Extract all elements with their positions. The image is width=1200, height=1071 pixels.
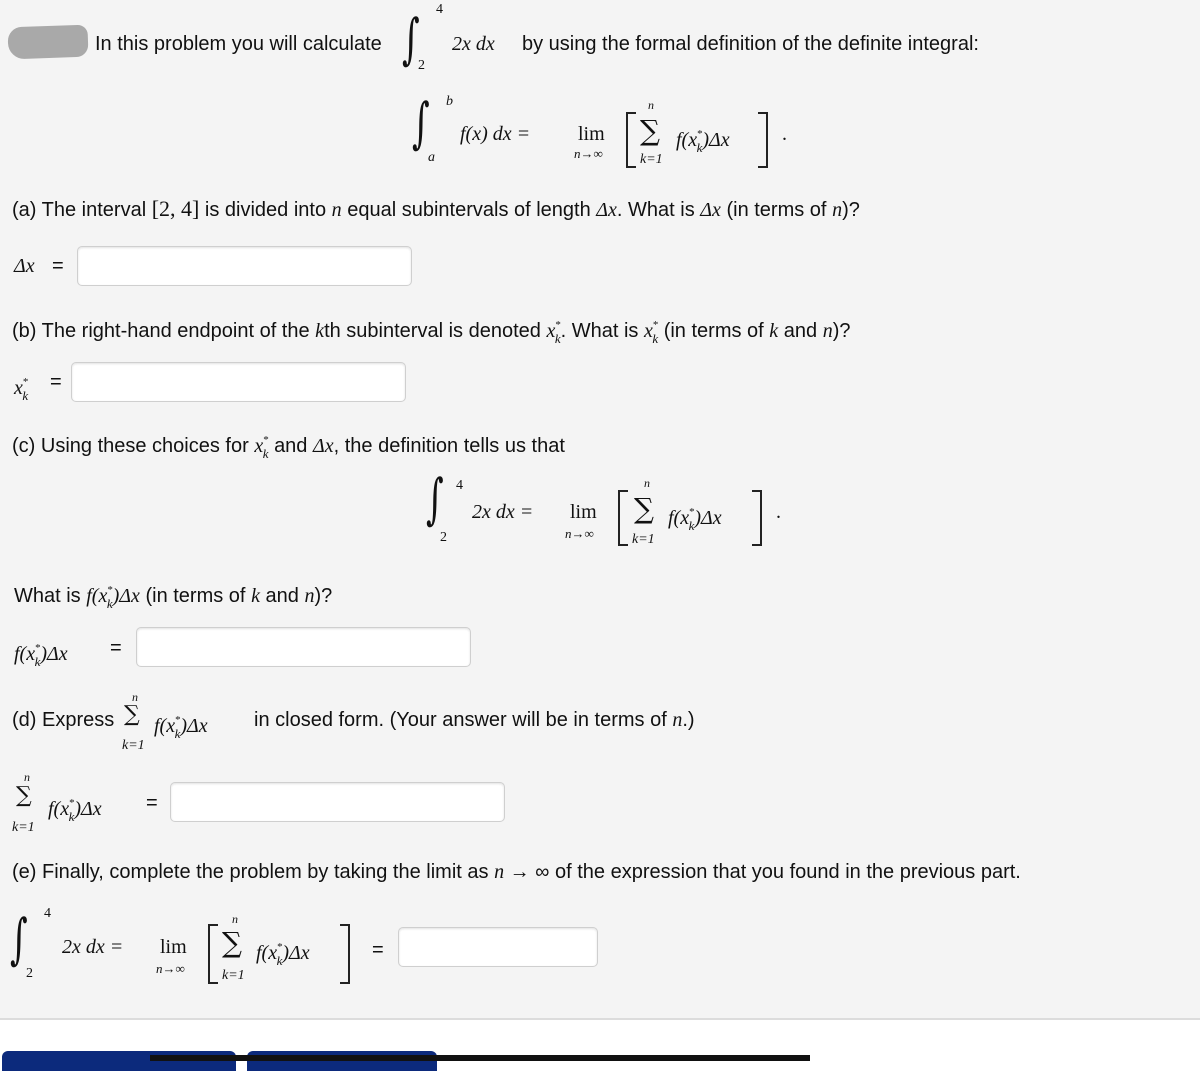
- problem-panel: In this problem you will calculate ∫ 4 2…: [0, 0, 1200, 1020]
- left-bracket: [626, 112, 636, 168]
- xk-star-label: x*k: [14, 376, 29, 403]
- part-c-question: (c) Using these choices for x*k and Δx, …: [12, 434, 565, 461]
- lim: lim: [578, 123, 605, 145]
- period: .: [782, 123, 787, 145]
- integral-lower: 2: [418, 58, 425, 73]
- period: .: [776, 501, 781, 523]
- sigma-icon: ∑: [16, 783, 32, 808]
- sum-lower: k=1: [222, 968, 245, 983]
- submit-button[interactable]: [2, 1051, 236, 1071]
- integral-upper: 4: [456, 478, 463, 493]
- integral-upper: 4: [436, 2, 443, 17]
- lim: lim: [570, 501, 597, 523]
- lim: lim: [160, 936, 187, 958]
- sum-lower: k=1: [640, 152, 663, 167]
- integral-upper: 4: [44, 906, 51, 921]
- right-bracket: [758, 112, 768, 168]
- equals-sign: =: [372, 939, 384, 961]
- integral-lower: 2: [440, 530, 447, 545]
- equals-sign: =: [146, 792, 158, 814]
- lim-subscript: n→∞: [574, 146, 603, 161]
- lim-subscript: n→∞: [156, 961, 185, 976]
- delta-x-label: Δx: [14, 255, 35, 277]
- intro-suffix: by using the formal definition of the de…: [522, 33, 979, 55]
- equals-sign: =: [52, 255, 64, 277]
- left-bracket: [208, 924, 218, 984]
- summand: f(x*k)Δx: [676, 128, 730, 155]
- sigma-icon: ∑: [124, 702, 140, 727]
- equals-sign: =: [50, 371, 62, 393]
- xk-star-input[interactable]: [71, 362, 406, 402]
- delta-x-input[interactable]: [77, 246, 412, 286]
- final-answer-input[interactable]: [398, 927, 598, 967]
- summand: f(x*k)Δx: [668, 506, 722, 533]
- right-bracket: [340, 924, 350, 984]
- integral-lower: a: [428, 150, 435, 165]
- intro-prefix: In this problem you will calculate: [95, 33, 382, 55]
- secondary-button[interactable]: [247, 1051, 437, 1071]
- definition-lhs: f(x) dx =: [460, 123, 531, 145]
- redacted-label: [7, 24, 89, 60]
- part-b-question: (b) The right-hand endpoint of the kth s…: [12, 319, 851, 346]
- integrand: 2x dx =: [62, 936, 124, 958]
- lim-subscript: n→∞: [565, 526, 594, 541]
- summand: f(x*k)Δx: [256, 941, 310, 968]
- integrand: 2x dx =: [472, 501, 534, 523]
- sigma-icon: ∑: [222, 926, 242, 959]
- sum-lower: k=1: [632, 532, 655, 547]
- sum-upper: n: [644, 476, 650, 490]
- integral-lower: 2: [26, 966, 33, 981]
- part-a-question: (a) The interval [2, 4] is divided into …: [12, 196, 860, 222]
- sum-lower: k=1: [122, 738, 145, 753]
- sum-upper: n: [648, 98, 654, 112]
- sigma-icon: ∑: [640, 114, 660, 147]
- part-c-subquestion: What is f(x*k)Δx (in terms of k and n)?: [14, 584, 333, 611]
- sigma-icon: ∑: [634, 492, 654, 525]
- overlay-bar: [150, 1055, 810, 1061]
- f-xk-dx-input[interactable]: [136, 627, 471, 667]
- part-e-question: (e) Finally, complete the problem by tak…: [12, 861, 1021, 883]
- sum-closed-form-input[interactable]: [170, 782, 505, 822]
- right-bracket: [752, 490, 762, 546]
- integral-sign: ∫: [10, 908, 28, 972]
- integrand: 2x dx: [452, 33, 495, 55]
- integral-sign: ∫: [402, 8, 420, 72]
- f-xk-dx-label: f(x*k)Δx: [14, 642, 68, 669]
- integral-upper: b: [446, 94, 453, 109]
- left-bracket: [618, 490, 628, 546]
- integral-sign: ∫: [412, 92, 430, 156]
- sum-upper: n: [232, 912, 238, 926]
- equals-sign: =: [110, 637, 122, 659]
- integral-sign: ∫: [426, 468, 444, 532]
